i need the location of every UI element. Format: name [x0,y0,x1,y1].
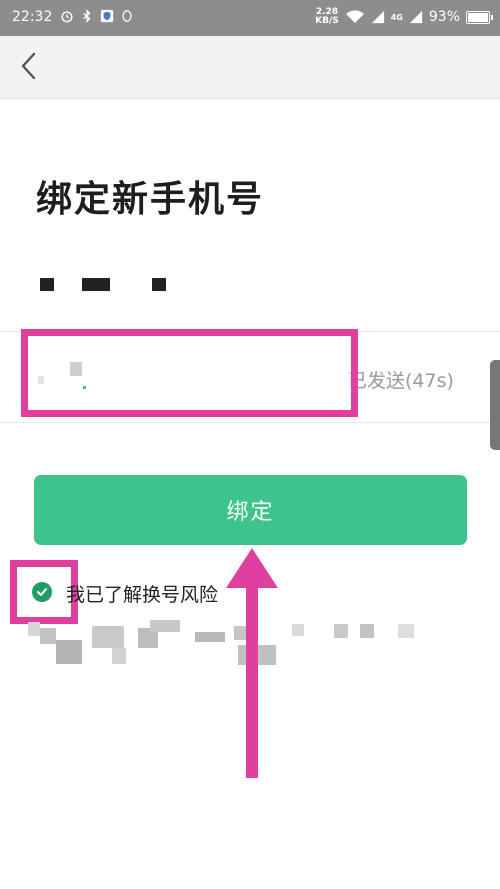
check-icon [37,588,47,596]
bluetooth-icon [83,9,91,23]
network-type: 4G [390,12,403,22]
battery-percent: 93% [428,9,460,25]
status-bar: 22:32 2.28 KB/S 4G 93% [0,0,500,36]
wifi-icon [345,10,364,23]
alarm-icon [61,11,73,23]
status-icons-right: 2.28 KB/S 4G 93% [315,7,493,26]
nav-bar [0,36,500,99]
signal-icon-2 [409,10,422,24]
page-title: 绑定新手机号 [36,179,265,220]
annotation-arrow [226,548,278,778]
status-icons-left [60,9,134,23]
resend-countdown: 已发送(47s) [348,370,454,392]
battery-icon [466,10,493,24]
highlight-box-input [21,329,358,417]
bind-button[interactable]: 绑定 [34,475,467,545]
signal-icon [371,10,384,24]
agree-checkbox[interactable] [32,582,52,602]
back-button[interactable] [14,50,46,82]
scrollbar-handle[interactable] [490,360,500,450]
network-speed: 2.28 KB/S [315,7,339,26]
status-time: 22:32 [12,9,53,25]
agree-label: 我已了解换号风险 [66,584,219,606]
chevron-left-icon [21,52,36,80]
qq-icon [122,10,132,22]
shield-icon [100,9,114,23]
